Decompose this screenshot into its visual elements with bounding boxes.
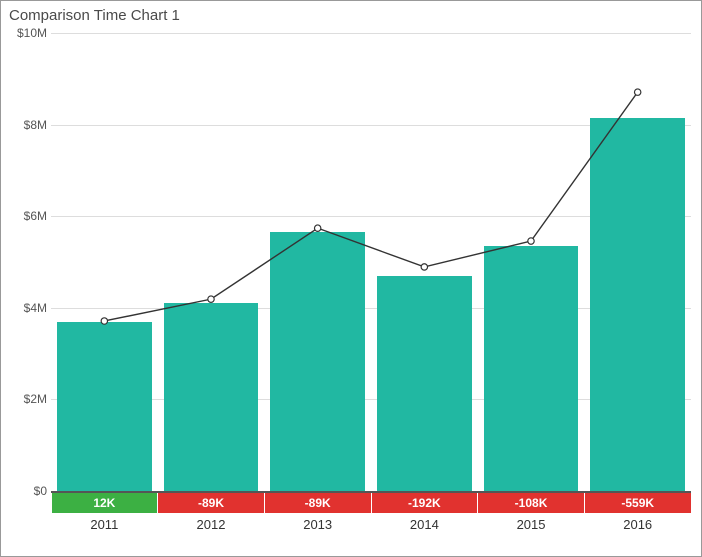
plot-area: $0 $2M $4M $6M $8M $10M [51, 33, 691, 491]
x-tick-label: 2014 [371, 517, 478, 535]
delta-badge-row: 12K -89K -89K -192K -108K -559K [51, 493, 691, 513]
delta-badge: -559K [585, 493, 691, 513]
y-tick-label: $6M [9, 209, 47, 223]
delta-badge: -192K [372, 493, 478, 513]
delta-badge: -108K [478, 493, 584, 513]
delta-badge: -89K [158, 493, 264, 513]
x-tick-label: 2013 [264, 517, 371, 535]
delta-badge: 12K [52, 493, 158, 513]
x-tick-label: 2015 [478, 517, 585, 535]
line-point [528, 238, 534, 244]
y-tick-label: $2M [9, 392, 47, 406]
delta-badge-label: 12K [93, 496, 115, 510]
chart-container: Comparison Time Chart 1 $0 $2M $4M $6M $… [0, 0, 702, 557]
y-tick-label: $8M [9, 118, 47, 132]
delta-badge-label: -192K [408, 496, 441, 510]
delta-badge-label: -108K [515, 496, 548, 510]
x-tick-label: 2016 [584, 517, 691, 535]
y-tick-label: $10M [9, 26, 47, 40]
x-axis: 2011 2012 2013 2014 2015 2016 [51, 517, 691, 535]
chart-title: Comparison Time Chart 1 [9, 7, 180, 24]
line-point [208, 296, 214, 302]
line-point [314, 225, 320, 231]
delta-badge-label: -89K [305, 496, 331, 510]
line-point [421, 264, 427, 270]
delta-badge-label: -559K [621, 496, 654, 510]
line-point [634, 89, 640, 95]
line-series [51, 33, 691, 491]
line-point [101, 318, 107, 324]
x-tick-label: 2011 [51, 517, 158, 535]
delta-badge-label: -89K [198, 496, 224, 510]
y-tick-label: $4M [9, 301, 47, 315]
delta-badge: -89K [265, 493, 371, 513]
x-tick-label: 2012 [158, 517, 265, 535]
y-tick-label: $0 [9, 484, 47, 498]
